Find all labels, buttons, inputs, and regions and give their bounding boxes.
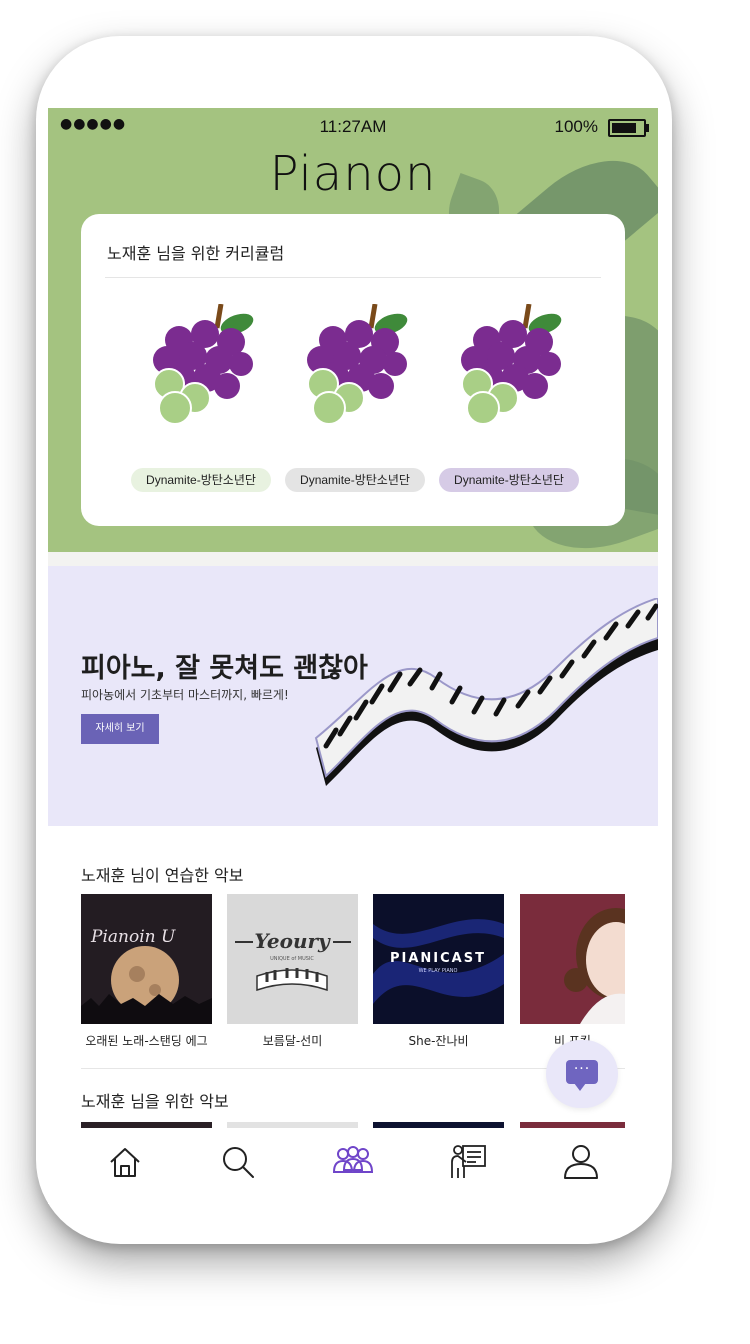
album-caption: 보름달-선미 bbox=[262, 1034, 323, 1048]
grape-icon bbox=[153, 304, 254, 425]
nav-search[interactable] bbox=[216, 1140, 260, 1184]
album-art bbox=[520, 894, 625, 1024]
battery-icon bbox=[608, 119, 649, 137]
community-icon bbox=[332, 1146, 374, 1173]
for-you-section-title: 노재훈 님을 위한 악보 bbox=[81, 1092, 229, 1111]
details-button[interactable]: 자세히 보기 bbox=[81, 714, 159, 744]
piano-keyboard-illustration bbox=[314, 598, 658, 786]
nav-home[interactable] bbox=[103, 1140, 147, 1184]
album-card[interactable]: Pianoin U bbox=[81, 894, 212, 1024]
grape-icon bbox=[307, 304, 408, 425]
app-screen: ●●●●● 11:27AM 100% Pianon 노재훈 님을 위한 커리큘럼 bbox=[48, 108, 658, 1204]
album-art-subtext: WE PLAY PIANO bbox=[419, 968, 458, 974]
divider bbox=[81, 1068, 625, 1069]
banner-subtitle: 피아농에서 기초부터 마스터까지, 빠르게! bbox=[81, 688, 289, 702]
course-item[interactable]: Dynamite-방탄소년단 bbox=[285, 304, 435, 504]
chat-button[interactable]: ··· bbox=[546, 1040, 618, 1108]
course-tag: Dynamite-방탄소년단 bbox=[285, 468, 425, 492]
album-art: Pianoin U bbox=[81, 894, 212, 1024]
battery-percent: 100% bbox=[554, 117, 598, 136]
lesson-icon bbox=[451, 1145, 486, 1178]
album-art: Yeoury UNIQUE of MUSIC bbox=[227, 894, 358, 1024]
album-art: PIANICAST WE PLAY PIANO bbox=[373, 894, 504, 1024]
album-caption: She-잔나비 bbox=[408, 1034, 469, 1048]
course-tag: Dynamite-방탄소년단 bbox=[131, 468, 271, 492]
home-icon bbox=[110, 1148, 140, 1177]
course-item[interactable]: Dynamite-방탄소년단 bbox=[439, 304, 589, 504]
section-gap bbox=[48, 552, 658, 566]
app-logo: Pianon bbox=[269, 146, 437, 202]
album-art-text: PIANICAST bbox=[390, 951, 486, 966]
nav-community[interactable] bbox=[331, 1140, 375, 1184]
profile-icon bbox=[564, 1145, 598, 1179]
nav-profile[interactable] bbox=[559, 1140, 603, 1184]
practiced-section-title: 노재훈 님이 연습한 악보 bbox=[81, 866, 244, 885]
bottom-navigation bbox=[48, 1128, 658, 1204]
course-tag: Dynamite-방탄소년단 bbox=[439, 468, 579, 492]
curriculum-card: 노재훈 님을 위한 커리큘럼 Dynamite-방탄소년단 Dynamite-방… bbox=[81, 214, 625, 526]
album-art-text: Pianoin U bbox=[90, 927, 176, 947]
album-card[interactable] bbox=[520, 894, 625, 1024]
chat-icon: ··· bbox=[566, 1060, 598, 1091]
status-bar: ●●●●● 11:27AM 100% bbox=[48, 108, 658, 144]
curriculum-title: 노재훈 님을 위한 커리큘럼 bbox=[107, 244, 285, 263]
search-icon bbox=[223, 1147, 254, 1178]
album-art-text: Yeoury bbox=[254, 929, 331, 953]
promo-banner[interactable]: 피아노, 잘 못쳐도 괜찮아 피아농에서 기초부터 마스터까지, 빠르게! 자세… bbox=[48, 566, 658, 826]
course-item[interactable]: Dynamite-방탄소년단 bbox=[131, 304, 281, 504]
album-card[interactable]: Yeoury UNIQUE of MUSIC bbox=[227, 894, 358, 1024]
divider bbox=[105, 277, 601, 278]
nav-lessons[interactable] bbox=[446, 1140, 490, 1184]
album-art-subtext: UNIQUE of MUSIC bbox=[270, 956, 314, 962]
grape-icon bbox=[461, 304, 562, 425]
album-caption: 오래된 노래-스탠딩 에그 bbox=[85, 1034, 208, 1048]
hero-section: ●●●●● 11:27AM 100% Pianon 노재훈 님을 위한 커리큘럼 bbox=[48, 108, 658, 552]
album-card[interactable]: PIANICAST WE PLAY PIANO bbox=[373, 894, 504, 1024]
chat-dots: ··· bbox=[573, 1061, 591, 1077]
